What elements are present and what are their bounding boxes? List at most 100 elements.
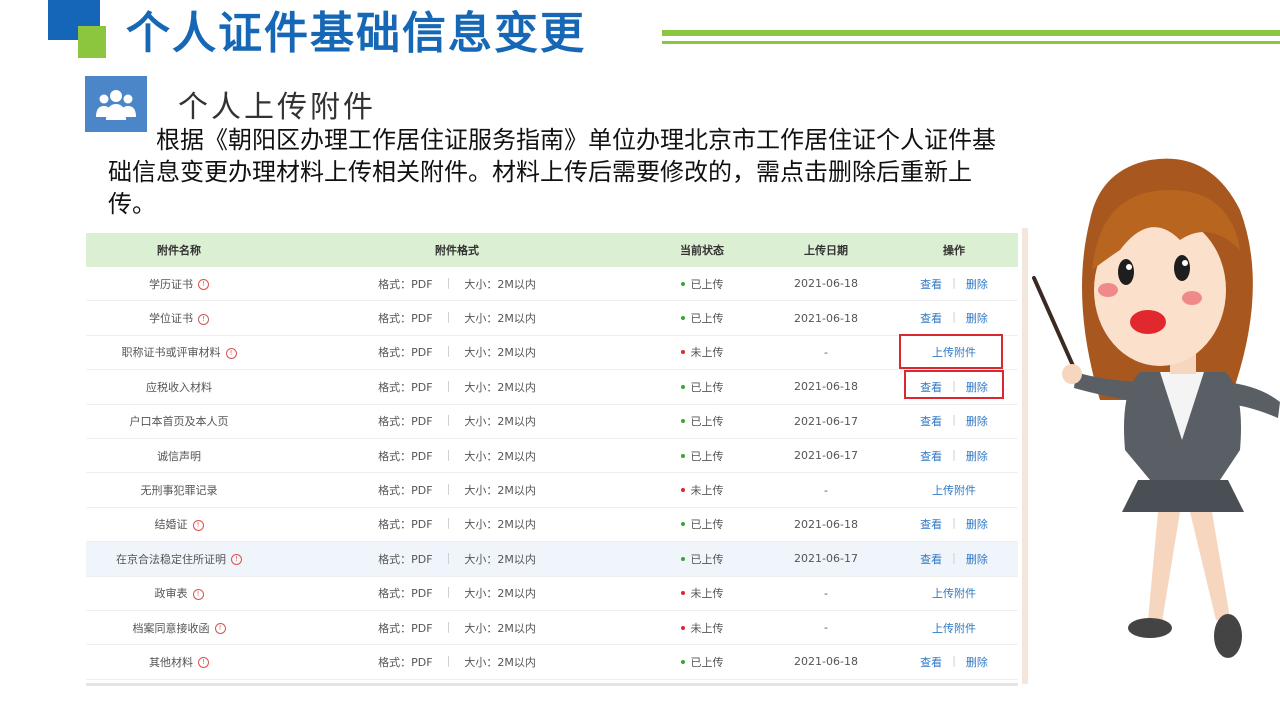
highlight-box-view-delete [904, 370, 1004, 399]
table-row: 其他材料! 格式：PDF | 大小：2M以内 已上传 2021-06-18 查看… [86, 645, 1018, 680]
format-label: 格式：PDF [378, 346, 433, 360]
delete-link[interactable]: 删除 [966, 654, 988, 670]
view-link[interactable]: 查看 [920, 654, 942, 670]
format-cell: 格式：PDF | 大小：2M以内 [272, 654, 642, 670]
format-cell: 格式：PDF | 大小：2M以内 [272, 310, 642, 326]
view-link[interactable]: 查看 [920, 448, 942, 464]
status-dot-icon [680, 316, 685, 321]
info-warning-icon[interactable]: ! [231, 554, 242, 566]
status-text: 已上传 [690, 277, 724, 291]
upload-attachment-link[interactable]: 上传附件 [932, 482, 976, 498]
view-link[interactable]: 查看 [920, 413, 942, 429]
upload-date: 2021-06-17 [794, 414, 858, 428]
action-separator: | [952, 413, 956, 427]
attachment-name-cell: 应税收入材料 [86, 379, 272, 395]
status-text: 已上传 [690, 655, 724, 669]
action-separator: | [952, 550, 956, 564]
upload-attachment-link[interactable]: 上传附件 [932, 585, 976, 601]
status-dot-icon [680, 556, 685, 561]
table-row: 学历证书! 格式：PDF | 大小：2M以内 已上传 2021-06-18 查看… [86, 267, 1018, 302]
attachment-name-cell: 其他材料! [86, 654, 272, 670]
delete-link[interactable]: 删除 [966, 310, 988, 326]
table-row: 应税收入材料 格式：PDF | 大小：2M以内 已上传 2021-06-18 查… [86, 370, 1018, 405]
format-separator: | [446, 619, 451, 633]
status-dot-icon [680, 591, 685, 596]
format-separator: | [446, 516, 451, 530]
delete-link[interactable]: 删除 [966, 276, 988, 292]
attachment-name-cell: 学位证书! [86, 310, 272, 326]
action-separator: | [952, 653, 956, 667]
attachment-name-cell: 政审表! [86, 585, 272, 601]
format-separator: | [446, 482, 451, 496]
size-label: 大小：2M以内 [464, 449, 536, 463]
status-dot-icon [680, 522, 685, 527]
size-label: 大小：2M以内 [464, 346, 536, 360]
upload-attachment-link[interactable]: 上传附件 [932, 620, 976, 636]
info-warning-icon[interactable]: ! [198, 313, 209, 325]
format-separator: | [446, 653, 451, 667]
upload-date: 2021-06-18 [794, 311, 858, 325]
size-label: 大小：2M以内 [464, 312, 536, 326]
attachment-name-cell: 在京合法稳定住所证明! [86, 551, 272, 567]
actions-cell: 查看 | 删除 [890, 413, 1018, 429]
status-cell: 未上传 [642, 344, 762, 360]
status-text: 已上传 [690, 449, 724, 463]
table-row: 结婚证! 格式：PDF | 大小：2M以内 已上传 2021-06-18 查看 … [86, 508, 1018, 543]
upload-date: 2021-06-18 [794, 277, 858, 291]
actions-cell: 查看 | 删除 [890, 516, 1018, 532]
format-separator: | [446, 585, 451, 599]
actions-cell: 上传附件 [890, 482, 1018, 498]
status-cell: 已上传 [642, 551, 762, 567]
status-dot-icon [680, 384, 685, 389]
actions-cell: 查看 | 删除 [890, 654, 1018, 670]
format-separator: | [446, 378, 451, 392]
attachment-name-cell: 诚信声明 [86, 448, 272, 464]
attachment-name-cell: 档案同意接收函! [86, 620, 272, 636]
status-dot-icon [680, 659, 685, 664]
attachment-table: 附件名称 附件格式 当前状态 上传日期 操作 学历证书! 格式：PDF | 大小… [86, 233, 1018, 686]
status-cell: 未上传 [642, 620, 762, 636]
view-link[interactable]: 查看 [920, 276, 942, 292]
status-cell: 已上传 [642, 516, 762, 532]
view-link[interactable]: 查看 [920, 516, 942, 532]
upload-date: - [824, 345, 828, 359]
title-rule-thin [662, 41, 1280, 44]
table-row: 政审表! 格式：PDF | 大小：2M以内 未上传 - 上传附件 [86, 577, 1018, 611]
info-warning-icon[interactable]: ! [192, 519, 204, 531]
status-text: 未上传 [690, 587, 724, 601]
info-warning-icon[interactable]: ! [198, 279, 209, 291]
table-row: 诚信声明 格式：PDF | 大小：2M以内 已上传 2021-06-17 查看 … [86, 439, 1018, 474]
view-link[interactable]: 查看 [920, 310, 942, 326]
intro-paragraph: 根据《朝阳区办理工作居住证服务指南》单位办理北京市工作居住证个人证件基础信息变更… [108, 124, 1018, 220]
format-label: 格式：PDF [378, 621, 433, 635]
section-subtitle: 个人上传附件 [178, 90, 376, 125]
size-label: 大小：2M以内 [464, 655, 536, 669]
status-dot-icon [680, 350, 685, 355]
table-header-row: 附件名称 附件格式 当前状态 上传日期 操作 [86, 233, 1018, 267]
format-label: 格式：PDF [378, 312, 433, 326]
header-status: 当前状态 [680, 244, 724, 257]
status-cell: 未上传 [642, 585, 762, 601]
size-label: 大小：2M以内 [464, 552, 536, 566]
info-warning-icon[interactable]: ! [225, 347, 237, 359]
format-label: 格式：PDF [378, 484, 433, 498]
attachment-name: 档案同意接收函 [132, 621, 210, 635]
delete-link[interactable]: 删除 [966, 413, 988, 429]
format-cell: 格式：PDF | 大小：2M以内 [272, 516, 642, 532]
format-cell: 格式：PDF | 大小：2M以内 [272, 482, 642, 498]
info-warning-icon[interactable]: ! [192, 588, 204, 600]
delete-link[interactable]: 删除 [966, 551, 988, 567]
table-row: 在京合法稳定住所证明! 格式：PDF | 大小：2M以内 已上传 2021-06… [86, 542, 1018, 577]
delete-link[interactable]: 删除 [966, 448, 988, 464]
info-warning-icon[interactable]: ! [198, 657, 209, 669]
format-label: 格式：PDF [378, 449, 433, 463]
view-link[interactable]: 查看 [920, 551, 942, 567]
size-label: 大小：2M以内 [464, 621, 536, 635]
attachment-name: 无刑事犯罪记录 [140, 484, 218, 498]
delete-link[interactable]: 删除 [966, 516, 988, 532]
format-label: 格式：PDF [378, 277, 433, 291]
info-warning-icon[interactable]: ! [214, 623, 226, 635]
table-row: 档案同意接收函! 格式：PDF | 大小：2M以内 未上传 - 上传附件 [86, 611, 1018, 646]
format-cell: 格式：PDF | 大小：2M以内 [272, 344, 642, 360]
table-row: 无刑事犯罪记录 格式：PDF | 大小：2M以内 未上传 - 上传附件 [86, 473, 1018, 508]
